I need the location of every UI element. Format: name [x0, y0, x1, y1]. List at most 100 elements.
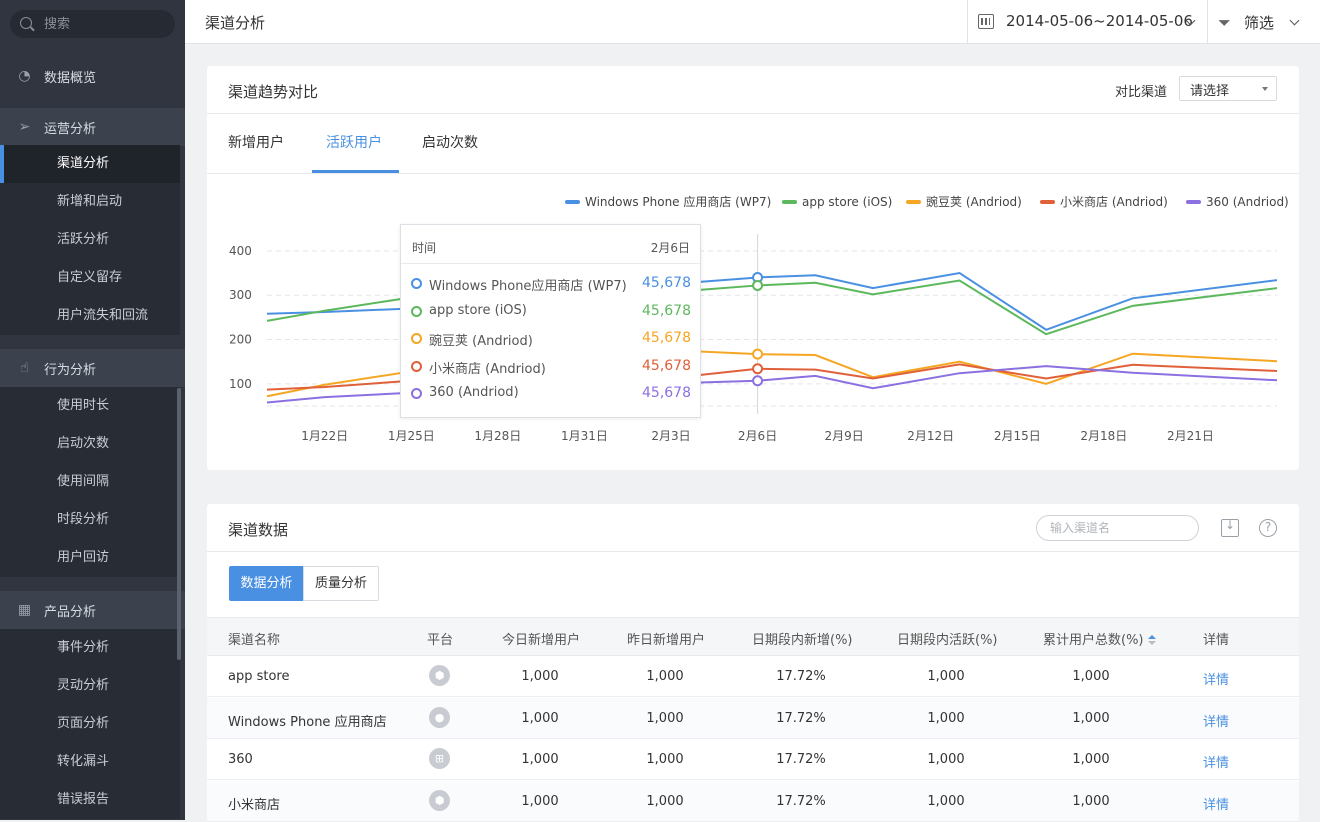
help-icon[interactable]: ? [1259, 519, 1277, 537]
tooltip-row: 小米商店 (Andriod) 45,678 [411, 356, 691, 377]
sidebar-item-usage-duration[interactable]: 使用时长 [0, 387, 180, 425]
section-label: 产品分析 [44, 604, 97, 620]
sidebar-item-flex-analysis[interactable]: 灵动分析 [0, 667, 180, 705]
legend-label: 小米商店 (Andriod) [1060, 194, 1168, 209]
tooltip-series-name: Windows Phone应用商店 (WP7) [429, 279, 627, 294]
sort-icon[interactable] [1147, 635, 1156, 646]
col-total-users-label: 累计用户总数(%) [1043, 633, 1144, 648]
cell-yesterday-new: 1,000 [646, 793, 684, 809]
tooltip-series-value: 45,678 [642, 302, 691, 319]
compare-channel-select[interactable]: 请选择 [1179, 76, 1277, 101]
funnel-icon: ⏷ [1218, 13, 1231, 32]
sidebar-section-product[interactable]: ▦ 产品分析 [0, 591, 185, 629]
sidebar-item-conversion-funnel[interactable]: 转化漏斗 [0, 743, 180, 781]
sidebar-item-page-analysis[interactable]: 页面分析 [0, 705, 180, 743]
sidebar-item-time-period[interactable]: 时段分析 [0, 501, 180, 539]
tooltip-series-name: 小米商店 (Andriod) [429, 361, 546, 377]
legend-swatch [906, 200, 921, 204]
legend-swatch [565, 200, 580, 204]
sidebar-item-usage-interval[interactable]: 使用间隔 [0, 463, 180, 501]
detail-link[interactable]: 详情 [1203, 711, 1229, 730]
sidebar-item-user-revisit[interactable]: 用户回访 [0, 539, 180, 577]
cell-yesterday-new: 1,000 [646, 669, 684, 684]
sidebar-scrollbar[interactable] [177, 388, 181, 660]
sidebar-section-behavior[interactable]: ☝ 行为分析 [0, 349, 185, 387]
segment-data-analysis[interactable]: 数据分析 [229, 566, 304, 601]
cell-period-new: 17.72% [776, 710, 826, 726]
detail-link[interactable]: 详情 [1203, 669, 1229, 688]
cell-period-active: 1,000 [927, 669, 965, 684]
download-icon[interactable] [1221, 518, 1239, 537]
highlight-point [752, 348, 764, 360]
sidebar-item-new-and-launch[interactable]: 新增和启动 [0, 183, 180, 221]
sidebar-item-launch-count[interactable]: 启动次数 [0, 425, 180, 463]
tooltip-header-date: 2月6日 [650, 241, 690, 255]
x-tick-label: 2月12日 [907, 429, 954, 443]
channel-search-input[interactable] [1036, 515, 1199, 541]
apple-icon: ● [429, 706, 450, 728]
sidebar-section-operations[interactable]: ➢ 运营分析 [0, 108, 185, 146]
sidebar-item-error-report[interactable]: 错误报告 [0, 781, 180, 819]
sidebar-item-label: 数据概览 [44, 70, 97, 86]
divider [207, 551, 1299, 552]
tab-active-users[interactable]: 活跃用户 [326, 134, 382, 174]
col-period-active: 日期段内活跃(%) [897, 633, 998, 648]
android-icon: ⬢ [429, 789, 450, 811]
sidebar: ◔ 数据概览 ➢ 运营分析 渠道分析 新增和启动 活跃分析 自定义留存 用户流失… [0, 0, 185, 820]
date-range-picker[interactable]: 2014-05-06~2014-05-06 [967, 0, 1207, 44]
tab-launch-count[interactable]: 启动次数 [422, 134, 478, 174]
y-tick-label: 200 [229, 333, 252, 347]
cell-period-new: 17.72% [776, 669, 826, 684]
legend-label: Windows Phone 应用商店 (WP7) [585, 194, 771, 209]
sidebar-search-input[interactable] [44, 10, 164, 38]
cell-total-users: 1,000 [1072, 669, 1110, 684]
hand-pointer-icon: ☝ [20, 360, 29, 376]
cell-today-new: 1,000 [521, 710, 559, 726]
tooltip-row: app store (iOS) 45,678 [411, 301, 691, 321]
tooltip-series-value: 45,678 [642, 357, 691, 374]
calendar-icon [978, 14, 994, 29]
table-row: 360 ⊞ 1,000 1,000 17.72% 1,000 1,000 详情 [207, 739, 1299, 780]
android-icon: ⬢ [429, 665, 450, 686]
top-bar: 渠道分析 2014-05-06~2014-05-06 ⏷ 筛选 [185, 0, 1320, 44]
tab-new-users[interactable]: 新增用户 [228, 134, 284, 174]
divider [401, 263, 700, 264]
cell-channel-name: 小米商店 [228, 797, 281, 813]
line-chart[interactable]: 100 200 300 400 1月22日 1月25日 1月28日 1月31日 2月3日 2月6日… [207, 174, 1299, 470]
chevron-down-icon [1289, 15, 1300, 26]
col-period-new: 日期段内新增(%) [752, 633, 853, 648]
series-marker-icon [411, 278, 422, 289]
cell-total-users: 1,000 [1072, 752, 1110, 767]
cell-channel-name: app store [228, 669, 290, 684]
y-tick-label: 400 [229, 244, 252, 258]
x-tick-label: 2月9日 [825, 429, 864, 443]
col-channel-name: 渠道名称 [228, 633, 281, 648]
sidebar-item-active-analysis[interactable]: 活跃分析 [0, 221, 180, 259]
sidebar-search[interactable] [10, 10, 175, 38]
sidebar-item-custom-retention[interactable]: 自定义留存 [0, 259, 180, 297]
segment-quality-analysis[interactable]: 质量分析 [303, 566, 379, 601]
tooltip-series-name: app store (iOS) [429, 302, 527, 318]
tooltip-header-label: 时间 [412, 241, 437, 255]
tooltip-series-name: 豌豆荚 (Andriod) [429, 334, 533, 349]
tooltip-series-name: 360 (Andriod) [429, 385, 519, 400]
sidebar-item-overview[interactable]: ◔ 数据概览 [0, 57, 185, 95]
filter-dropdown[interactable]: ⏷ 筛选 [1207, 0, 1320, 44]
x-tick-label: 2月6日 [738, 429, 777, 443]
cell-today-new: 1,000 [521, 669, 559, 684]
trend-title: 渠道趋势对比 [228, 83, 319, 101]
highlight-point [752, 375, 764, 387]
sidebar-item-event-analysis[interactable]: 事件分析 [0, 629, 180, 667]
detail-link[interactable]: 详情 [1203, 794, 1229, 813]
grid-icon: ▦ [17, 602, 32, 618]
dashboard-icon: ◔ [18, 68, 31, 84]
cell-channel-name: 360 [228, 752, 253, 767]
sidebar-item-churn-return[interactable]: 用户流失和回流 [0, 297, 180, 335]
filter-label: 筛选 [1244, 14, 1275, 32]
compare-select-value: 请选择 [1190, 84, 1230, 99]
sidebar-item-channel-analysis[interactable]: 渠道分析 [0, 145, 180, 183]
detail-link[interactable]: 详情 [1203, 752, 1229, 771]
col-total-users[interactable]: 累计用户总数(%) [1043, 629, 1156, 648]
x-tick-label: 2月18日 [1080, 429, 1127, 443]
legend-swatch [782, 200, 797, 204]
